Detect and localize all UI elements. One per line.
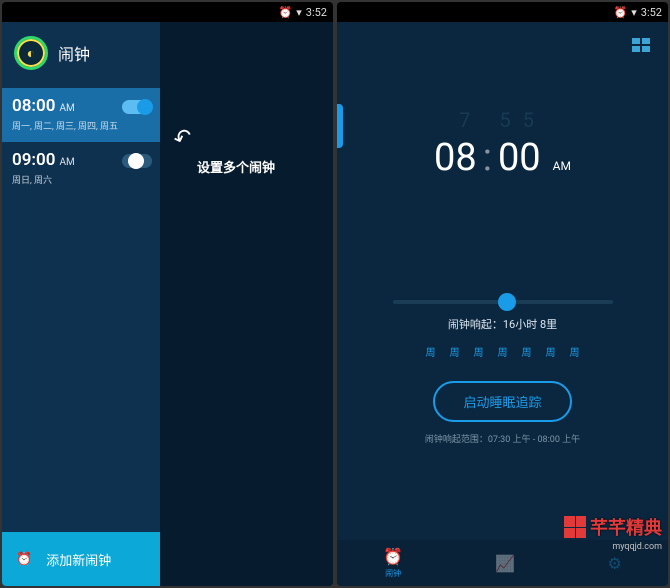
- nav-alarm[interactable]: ⏰ 闹钟: [383, 547, 403, 579]
- status-time: 3:52: [306, 6, 327, 19]
- app-icon: ◐: [14, 36, 48, 70]
- wifi-icon: ▾: [631, 6, 637, 19]
- alarm-ampm: AM: [59, 157, 74, 168]
- slider-thumb[interactable]: [498, 293, 516, 311]
- nav-label: 闹钟: [385, 568, 401, 579]
- alarm-icon: ⏰: [16, 552, 32, 567]
- alarm-toggle[interactable]: [122, 154, 152, 168]
- nav-stats[interactable]: 📈: [495, 554, 515, 573]
- time-minute[interactable]: 00: [498, 136, 541, 180]
- alarm-item[interactable]: 08:00 AM 周一, 周二, 周三, 周四, 周五: [2, 88, 160, 142]
- wifi-icon: ▾: [296, 6, 302, 19]
- day-chip[interactable]: 周: [498, 344, 508, 359]
- status-bar: ⏰ ▾ 3:52: [337, 2, 668, 22]
- day-selector: 周 周 周 周 周 周 周: [426, 344, 580, 359]
- alarm-days: 周一, 周二, 周三, 周四, 周五: [12, 119, 150, 132]
- drawer-handle[interactable]: [337, 104, 343, 148]
- day-chip[interactable]: 周: [570, 344, 580, 359]
- alarm-slider[interactable]: [393, 300, 613, 304]
- time-picker-background: 7 55: [459, 108, 546, 132]
- alarm-range-text: 闹钟响起范围：07:30 上午 - 08:00 上午: [425, 432, 580, 445]
- tooltip-text: 设置多个闹钟: [197, 157, 275, 176]
- alarm-drawer: ◐ 闹钟 08:00 AM 周一, 周二, 周三, 周四, 周五 09:00 A…: [2, 22, 160, 586]
- gear-icon: ⚙: [608, 554, 622, 573]
- bottom-nav: ⏰ 闹钟 📈 ⚙: [337, 540, 668, 586]
- alarm-time: 09:00: [12, 150, 55, 170]
- nav-settings[interactable]: ⚙: [608, 554, 622, 573]
- day-chip[interactable]: 周: [426, 344, 436, 359]
- time-ampm[interactable]: AM: [553, 159, 571, 173]
- alarm-status-icon: ⏰: [279, 6, 293, 19]
- drawer-header: ◐ 闹钟: [2, 22, 160, 88]
- alarm-item[interactable]: 09:00 AM 周日, 周六: [2, 142, 160, 196]
- watermark: 芊芊精典: [564, 514, 662, 540]
- day-chip[interactable]: 周: [546, 344, 556, 359]
- start-sleep-tracking-button[interactable]: 启动睡眠追踪: [433, 381, 571, 422]
- day-chip[interactable]: 周: [474, 344, 484, 359]
- ring-info: 闹钟响起：16小时 8里: [448, 316, 557, 332]
- status-bar: ⏰ ▾ 3:52: [2, 2, 333, 22]
- day-chip[interactable]: 周: [522, 344, 532, 359]
- add-alarm-label: 添加新闹钟: [46, 550, 111, 569]
- chart-icon: 📈: [495, 554, 515, 573]
- phone-screen-right: ⏰ ▾ 3:52 7 55 08 : 00 AM 闹钟响起：16小时 8里 周 …: [337, 2, 668, 586]
- time-picker[interactable]: 08 : 00 AM: [434, 136, 571, 180]
- alarm-setup-screen: 7 55 08 : 00 AM 闹钟响起：16小时 8里 周 周 周 周 周 周…: [337, 22, 668, 586]
- alarm-toggle[interactable]: [122, 100, 152, 114]
- settings-grid-icon[interactable]: [632, 38, 650, 52]
- drawer-backdrop[interactable]: [160, 22, 333, 586]
- alarm-ampm: AM: [59, 103, 74, 114]
- alarm-icon: ⏰: [383, 547, 403, 566]
- phone-screen-left: ⏰ ▾ 3:52 ◐ 闹钟 08:00 AM 周一, 周二, 周三, 周四, 周…: [2, 2, 333, 586]
- add-alarm-button[interactable]: ⏰ 添加新闹钟: [2, 532, 160, 586]
- day-chip[interactable]: 周: [450, 344, 460, 359]
- alarm-days: 周日, 周六: [12, 173, 150, 186]
- drawer-title: 闹钟: [58, 41, 90, 65]
- alarm-time: 08:00: [12, 96, 55, 116]
- alarm-status-icon: ⏰: [614, 6, 628, 19]
- time-hour[interactable]: 08: [434, 136, 477, 180]
- status-time: 3:52: [641, 6, 662, 19]
